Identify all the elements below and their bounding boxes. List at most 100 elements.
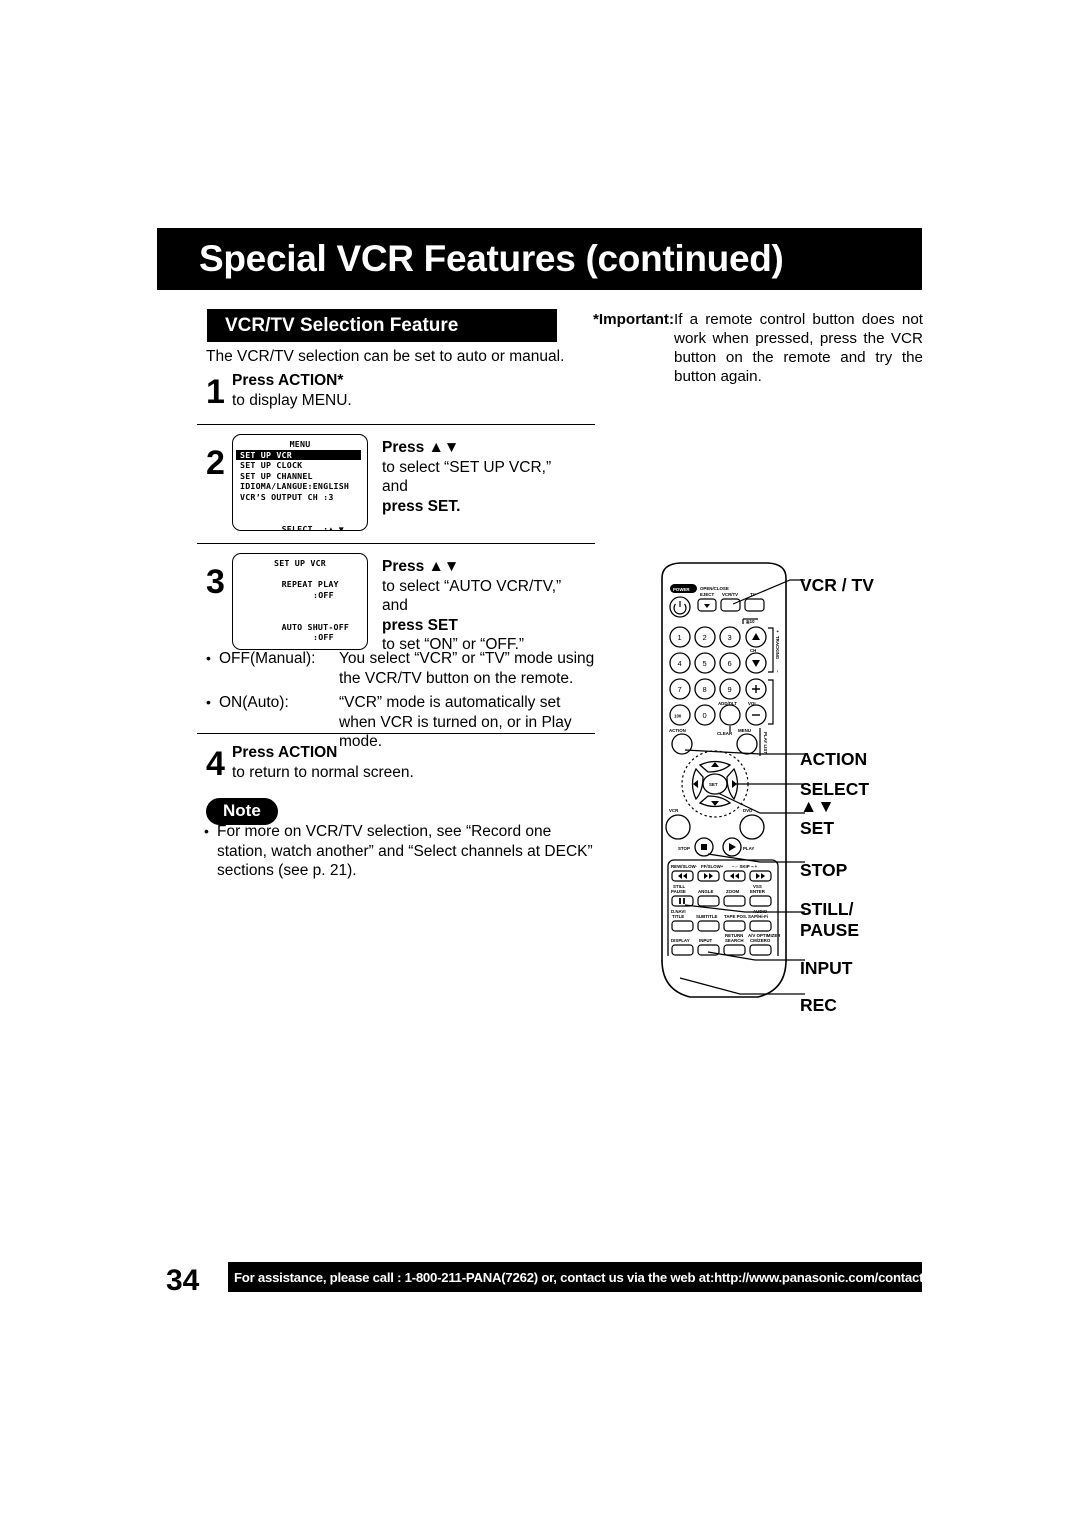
- callout-still: STILL/: [800, 899, 854, 919]
- osd-menu-title: MENU: [289, 439, 311, 449]
- key-5: 5: [703, 659, 707, 668]
- step-1-plain-line: to display MENU.: [232, 391, 352, 409]
- remote-zoom-label: ZOOM: [726, 889, 740, 894]
- divider-3: [197, 733, 595, 735]
- footer-assistance-text: For assistance, please call : 1-800-211-…: [234, 1269, 947, 1285]
- key-1: 1: [678, 633, 682, 642]
- osd-menu-row-1: SET UP CLOCK: [240, 460, 303, 471]
- callout-input: INPUT: [800, 958, 853, 978]
- remote-tapepos-label: TAPE POS.: [724, 914, 747, 919]
- step-3-body: Press ▲▼ to select “AUTO VCR/TV,” and pr…: [382, 557, 561, 655]
- remote-dvd-button: [739, 814, 765, 840]
- remote-eject-label: EJECT: [700, 592, 714, 597]
- page-title: Special VCR Features (continued): [199, 238, 784, 279]
- osd-setup-row-0-value: :OFF: [313, 589, 334, 600]
- remote-menu-label: MENU: [738, 728, 751, 733]
- key-9: 9: [728, 685, 732, 694]
- important-label: *Important:: [593, 311, 674, 328]
- remote-ff-button: [697, 870, 720, 882]
- osd-menu-row-4: VCR’S OUTPUT CH :3: [240, 491, 334, 502]
- remote-skip-back-button: [723, 870, 746, 882]
- remote-control-diagram: .bdy { fill:#fff; stroke:#000; stroke-wi…: [640, 560, 930, 1030]
- bullet-dot: •: [204, 823, 209, 839]
- note-badge: Note: [206, 798, 278, 825]
- step-2-number: 2: [206, 444, 225, 482]
- step-1-bold-line: Press ACTION*: [232, 372, 344, 389]
- remote-tapepos-button: [723, 920, 746, 932]
- remote-tracking-label: TRACKING: [775, 636, 780, 660]
- note-text: For more on VCR/TV selection, see “Recor…: [217, 823, 593, 879]
- remote-title-button: [671, 920, 694, 932]
- remote-search-button: [723, 944, 746, 956]
- step-3-number: 3: [206, 563, 225, 601]
- remote-skip-label: – ⌐ SKIP ¬ +: [732, 864, 758, 869]
- osd-setup-row-0: REPEAT PLAY :OFF: [233, 569, 367, 611]
- footer-banner: For assistance, please call : 1-800-211-…: [228, 1262, 947, 1292]
- osd-menu-row-3: IDIOMA/LANGUE:ENGLISH: [240, 481, 350, 492]
- callout-action: ACTION: [800, 749, 868, 769]
- remote-saphifi-label: SAP/Hi-Fi: [748, 914, 768, 919]
- key-100: 100: [674, 714, 682, 719]
- step-1-number: 1: [206, 373, 225, 411]
- remote-pause-label: PAUSE: [671, 889, 686, 894]
- callout-pause: PAUSE: [800, 920, 859, 940]
- remote-vol-label: VOL: [748, 701, 757, 706]
- manual-page: Special VCR Features (continued) VCR/TV …: [0, 0, 1080, 1528]
- section-heading-banner: VCR/TV Selection Feature: [207, 309, 557, 342]
- remote-display-label: DISPLAY: [671, 938, 690, 943]
- osd-setup-screen: SET UP VCR REPEAT PLAY :OFF AUTO SHUT-OF…: [232, 553, 368, 650]
- osd-menu-row-0: SET UP VCR: [236, 449, 361, 461]
- osd-menu-footer-select: SELECT :▲ ▼ SET:SET: [233, 514, 367, 530]
- remote-ch-label: CH: [750, 648, 756, 653]
- step-2-line-2: to select “SET UP VCR,”: [382, 458, 552, 476]
- remote-angle-button: [697, 895, 720, 907]
- remote-subtitle-label: SUBTITLE: [696, 914, 718, 919]
- page-title-banner: Special VCR Features (continued): [157, 228, 922, 290]
- remote-zoom-button: [723, 895, 746, 907]
- osd-setup-title: SET UP VCR: [274, 558, 326, 568]
- section-heading: VCR/TV Selection Feature: [225, 314, 459, 336]
- important-note: *Important: If a remote control button d…: [593, 310, 923, 386]
- remote-cmzero-button: [749, 944, 772, 956]
- step-4-plain-line: to return to normal screen.: [232, 763, 414, 781]
- step-3-line-4: press SET: [382, 616, 458, 634]
- remote-cmzero-label: CM/ZERO: [750, 938, 771, 943]
- remote-vcr-label: VCR: [669, 808, 679, 813]
- mode-bullet-off: • OFF(Manual): You select “VCR” or “TV” …: [206, 649, 596, 688]
- remote-audio-button: [749, 920, 772, 932]
- callout-set: SET: [800, 818, 835, 838]
- remote-set-label: SET: [709, 782, 718, 787]
- callout-select-arrows: ▲▼: [800, 796, 835, 816]
- remote-rew-button: [671, 870, 694, 882]
- osd-setup-row-1-value: :OFF: [313, 632, 334, 643]
- key-0: 0: [703, 711, 707, 720]
- key-6: 6: [728, 659, 732, 668]
- divider-1: [197, 424, 595, 426]
- remote-power-label: POWER: [673, 587, 690, 592]
- osd-menu-screen: MENU SET UP VCR SET UP CLOCK SET UP CHAN…: [232, 434, 368, 531]
- divider-2: [197, 543, 595, 545]
- remote-tracking-plus: +: [775, 630, 780, 633]
- key-8: 8: [703, 685, 707, 694]
- bullet-dot: •: [206, 694, 211, 710]
- osd-setup-row-1: AUTO SHUT-OFF :OFF: [233, 611, 367, 649]
- osd-menu-row-2: SET UP CHANNEL: [240, 470, 313, 481]
- osd-menu-spacer: [233, 503, 367, 514]
- osd-setup-row-1-label: AUTO SHUT-OFF: [281, 621, 350, 632]
- mode-bullets: • OFF(Manual): You select “VCR” or “TV” …: [206, 649, 596, 757]
- remote-enter-label: ENTER: [750, 889, 766, 894]
- remote-playlist-label: PLAY LIST: [763, 732, 768, 754]
- step-4-number: 4: [206, 745, 225, 783]
- step-3-line-2: to select “AUTO VCR/TV,”: [382, 577, 562, 595]
- remote-input-label: INPUT: [699, 938, 712, 943]
- remote-skip-fwd-button: [749, 870, 772, 882]
- remote-vcr-button: [665, 814, 691, 840]
- remote-ffslow-label: FF/SLOW+: [701, 864, 724, 869]
- remote-search-label: SEARCH: [725, 938, 744, 943]
- step-2-body: Press ▲▼ to select “SET UP VCR,” and pre…: [382, 438, 551, 516]
- step-3-line-1: Press ▲▼: [382, 558, 460, 575]
- remote-menu-button: [736, 733, 758, 755]
- callout-rec: REC: [800, 995, 837, 1015]
- step-4-bold-line: Press ACTION: [232, 744, 338, 761]
- important-text: If a remote control button does not work…: [674, 311, 923, 385]
